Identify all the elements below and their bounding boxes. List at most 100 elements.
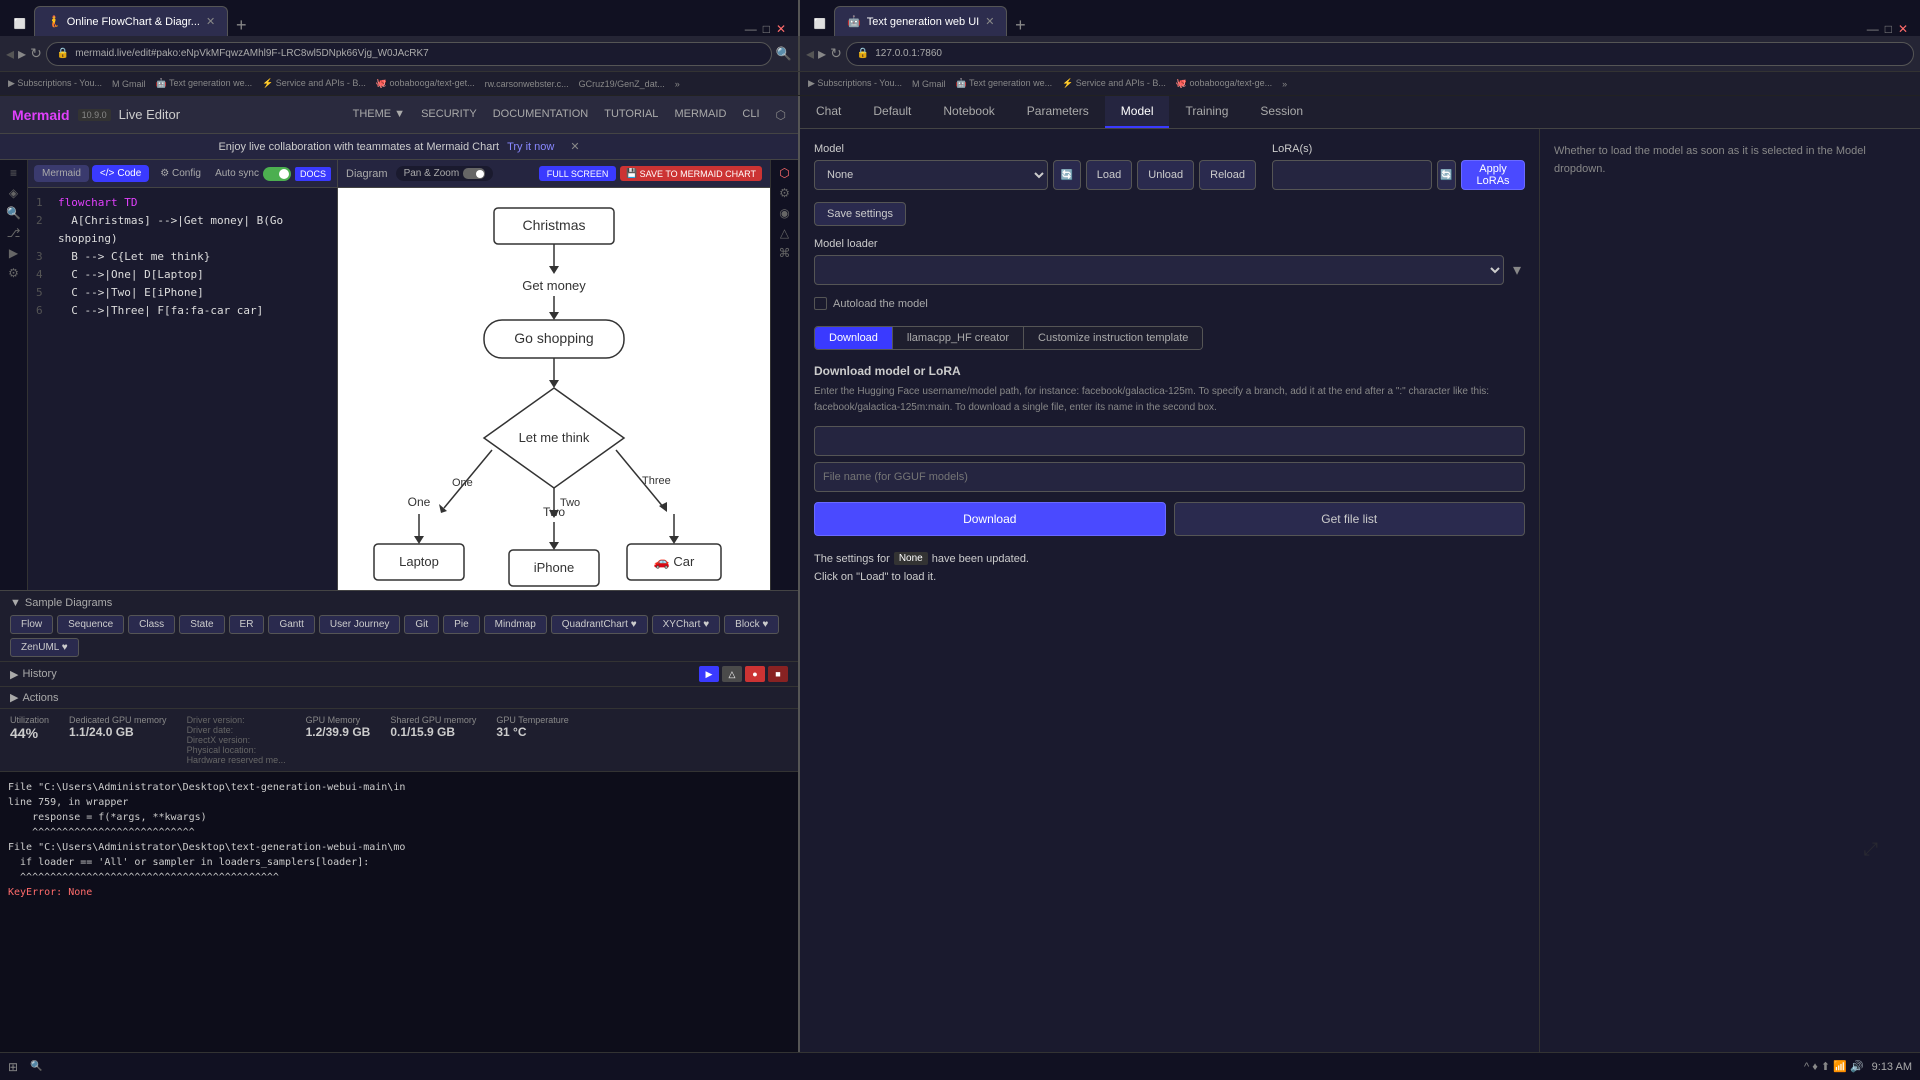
minimize-left[interactable]: — (745, 22, 757, 36)
nav-back-left[interactable]: ◂ (6, 44, 14, 64)
sample-diagrams-header[interactable]: ▼ Sample Diagrams (10, 597, 788, 609)
gantt-btn[interactable]: Gantt (268, 615, 314, 634)
bm5[interactable]: 🐙 oobabooga/text-get... (376, 78, 475, 89)
mermaid-nav[interactable]: MERMAID (674, 108, 726, 122)
mermaid-tab-close[interactable]: ✕ (206, 15, 215, 28)
lora-refresh-btn[interactable]: 🔄 (1437, 160, 1456, 190)
default-tab[interactable]: Default (857, 96, 927, 128)
close-left[interactable]: ✕ (776, 22, 786, 36)
rbm3[interactable]: 🤖 Text generation we... (955, 78, 1052, 89)
bm3[interactable]: 🤖 Text generation we... (155, 78, 252, 89)
more-bookmarks-left[interactable]: » (675, 79, 680, 89)
block-btn[interactable]: Block ♥ (724, 615, 779, 634)
llamacpp-sub-tab[interactable]: llamacpp_HF creator (892, 327, 1023, 349)
address-bar-right[interactable]: 🔒 127.0.0.1:7860 (846, 42, 1914, 66)
right-sidebar-icon-1[interactable]: ⬡ (779, 166, 789, 180)
model-loader-select[interactable] (814, 255, 1504, 285)
mindmap-btn[interactable]: Mindmap (484, 615, 547, 634)
history-btn-4[interactable]: ■ (768, 666, 788, 682)
security-nav[interactable]: SECURITY (421, 108, 477, 122)
parameters-tab[interactable]: Parameters (1011, 96, 1105, 128)
taskbar-search[interactable]: 🔍 (22, 1059, 50, 1074)
right-sidebar-icon-4[interactable]: △ (780, 226, 789, 240)
nav-forward-right[interactable]: ▸ (818, 44, 826, 64)
session-tab[interactable]: Session (1244, 96, 1319, 128)
full-screen-btn[interactable]: FULL SCREEN (539, 166, 617, 181)
rbm1[interactable]: ▶ Subscriptions - You... (808, 78, 902, 89)
reload-btn[interactable]: Reload (1199, 160, 1256, 190)
sidebar-icon-1[interactable]: ≡ (10, 166, 17, 180)
code-editor-tab[interactable]: </> Code (92, 165, 149, 182)
customize-sub-tab[interactable]: Customize instruction template (1023, 327, 1202, 349)
history-btn-2[interactable]: △ (722, 666, 742, 682)
actions-header[interactable]: ▶ Actions (10, 691, 788, 704)
right-sidebar-icon-5[interactable]: ⌘ (779, 246, 791, 260)
history-btn-3[interactable]: ● (745, 666, 765, 682)
sidebar-icon-3[interactable]: 🔍 (6, 206, 21, 220)
model-select[interactable]: None (814, 160, 1048, 190)
nav-reload-right[interactable]: ↻ (830, 45, 842, 62)
auto-sync-toggle[interactable] (263, 167, 291, 181)
docs-btn[interactable]: DOCS (295, 167, 331, 181)
lora-input[interactable] (1272, 160, 1432, 190)
zenuml-btn[interactable]: ZenUML ♥ (10, 638, 79, 657)
notebook-tab[interactable]: Notebook (927, 96, 1010, 128)
more-bookmarks-right[interactable]: » (1282, 79, 1287, 89)
extensions-left[interactable]: 🔍 (776, 46, 792, 62)
sidebar-icon-4[interactable]: ⎇ (7, 226, 21, 240)
git-btn[interactable]: Git (404, 615, 439, 634)
nav-back-right[interactable]: ◂ (806, 44, 814, 64)
new-tab-right[interactable]: + (1009, 14, 1031, 36)
config-editor-tab[interactable]: ⚙ Config (152, 165, 209, 182)
new-tab-left[interactable]: + (230, 14, 252, 36)
load-btn[interactable]: Load (1086, 160, 1132, 190)
rbm5[interactable]: 🐙 oobabooga/text-ge... (1176, 78, 1272, 89)
flow-btn[interactable]: Flow (10, 615, 53, 634)
documentation-nav[interactable]: DOCUMENTATION (493, 108, 589, 122)
bm7[interactable]: GCruz19/GenZ_dat... (579, 79, 665, 89)
pan-zoom-toggle[interactable]: Pan & Zoom (396, 166, 494, 181)
history-btn-1[interactable]: ▶ (699, 666, 719, 682)
address-bar-left[interactable]: 🔒 mermaid.live/edit#pako:eNpVkMFqwzAMhl9… (46, 42, 772, 66)
restore-left[interactable]: □ (763, 22, 770, 36)
bm2[interactable]: M Gmail (112, 79, 146, 89)
er-btn[interactable]: ER (229, 615, 265, 634)
rbm4[interactable]: ⚡ Service and APIs - B... (1062, 78, 1166, 89)
apply-loras-btn[interactable]: Apply LoRAs (1461, 160, 1525, 190)
unload-btn[interactable]: Unload (1137, 160, 1194, 190)
download-sub-tab[interactable]: Download (815, 327, 892, 349)
restore-right[interactable]: □ (1885, 22, 1892, 36)
model-path-input[interactable] (814, 426, 1525, 456)
nav-forward-left[interactable]: ▸ (18, 44, 26, 64)
github-nav[interactable]: ⬡ (776, 108, 786, 122)
save-mermaid-btn[interactable]: 💾 SAVE TO MERMAID CHART (620, 166, 762, 181)
sidebar-icon-6[interactable]: ⚙ (8, 266, 19, 280)
tutorial-nav[interactable]: TUTORIAL (604, 108, 658, 122)
mermaid-tab[interactable]: 🧜 Online FlowChart & Diagr... ✕ (34, 6, 228, 36)
rbm2[interactable]: M Gmail (912, 79, 946, 89)
download-btn[interactable]: Download (814, 502, 1166, 536)
theme-nav[interactable]: THEME ▼ (353, 108, 405, 122)
model-tab-active[interactable]: Model (1105, 96, 1170, 128)
sidebar-icon-5[interactable]: ▶ (9, 246, 18, 260)
pie-btn[interactable]: Pie (443, 615, 479, 634)
nav-reload-left[interactable]: ↻ (30, 45, 42, 62)
right-sidebar-icon-2[interactable]: ⚙ (779, 186, 790, 200)
close-right[interactable]: ✕ (1898, 22, 1908, 36)
save-settings-btn[interactable]: Save settings (814, 202, 906, 226)
minimize-right[interactable]: — (1867, 22, 1879, 36)
sequence-btn[interactable]: Sequence (57, 615, 124, 634)
taskbar-start[interactable]: ⊞ (8, 1060, 18, 1074)
quadrant-btn[interactable]: QuadrantChart ♥ (551, 615, 648, 634)
textgen-tab-close[interactable]: ✕ (985, 15, 994, 28)
mermaid-editor-tab[interactable]: Mermaid (34, 165, 89, 182)
cli-nav[interactable]: CLI (742, 108, 759, 122)
get-file-list-btn[interactable]: Get file list (1174, 502, 1526, 536)
banner-close-icon[interactable]: ✕ (570, 140, 579, 153)
xychart-btn[interactable]: XYChart ♥ (652, 615, 721, 634)
chat-tab[interactable]: Chat (800, 96, 857, 128)
try-now-btn[interactable]: Try it now (507, 141, 554, 153)
bm6[interactable]: rw.carsonwebster.c... (485, 79, 569, 89)
history-header[interactable]: ▶ History ▶ △ ● ■ (10, 666, 788, 682)
bm4[interactable]: ⚡ Service and APIs - B... (262, 78, 366, 89)
